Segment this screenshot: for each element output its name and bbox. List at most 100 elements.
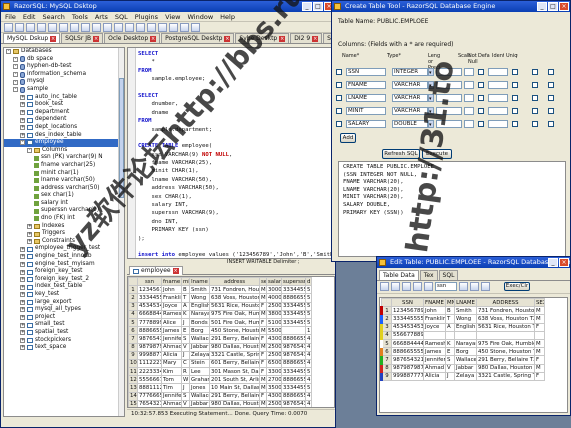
expand-icon[interactable]: + (20, 125, 25, 131)
column-option-checkbox[interactable] (548, 95, 554, 101)
expand-icon[interactable]: + (20, 322, 25, 328)
collapse-icon[interactable]: - (20, 140, 25, 146)
column-option-checkbox[interactable] (512, 121, 518, 127)
tree-item[interactable]: - information_schema (4, 71, 124, 79)
collapse-icon[interactable]: - (6, 49, 11, 55)
table-cell[interactable]: Borg (189, 326, 210, 336)
table-cell[interactable]: Jabbar (189, 399, 210, 407)
table-cell[interactable]: 975 Fire Oak, Humble TX (209, 309, 260, 319)
tree-item[interactable]: + mysql_all_types (4, 306, 124, 314)
tree-item[interactable]: address varchar(50) (4, 185, 124, 193)
create-table-title-bar[interactable]: Create Table Tool - RazorSQL Database En… (332, 1, 570, 12)
table-cell[interactable]: F (259, 317, 267, 328)
table-cell[interactable]: M (259, 309, 267, 319)
collapse-icon[interactable]: - (13, 79, 18, 85)
table-cell[interactable]: Wong (454, 314, 477, 324)
table-cell[interactable]: 765432111 (137, 399, 162, 407)
explain-icon[interactable] (147, 23, 156, 32)
column-type-select[interactable]: VARCHAR (392, 81, 428, 89)
table-cell[interactable]: T (181, 293, 190, 303)
expand-icon[interactable]: + (20, 277, 25, 283)
table-cell[interactable]: 888665555 (281, 334, 306, 344)
execute-icon[interactable] (103, 23, 112, 32)
column-type-select[interactable]: INTEGER (392, 68, 428, 76)
table-cell[interactable]: 333445555 (281, 317, 306, 328)
table-cell[interactable]: Jabbar (454, 363, 477, 373)
filter-input[interactable]: ssn (435, 282, 457, 291)
menu-item-search[interactable]: Search (42, 12, 64, 21)
table-cell[interactable]: B (181, 285, 190, 295)
menu-item-view[interactable]: View (165, 12, 180, 21)
table-row[interactable]: 14777666555JenniferSWallace291 Berry, Be… (128, 391, 312, 401)
sort-icon[interactable] (481, 282, 490, 291)
chevron-down-icon[interactable]: ▾ (428, 94, 434, 102)
new-file-icon[interactable] (4, 23, 13, 32)
column-option-checkbox[interactable] (512, 95, 518, 101)
column-scale-input[interactable] (464, 120, 474, 128)
clear-icon[interactable] (470, 282, 479, 291)
chevron-down-icon[interactable]: ▾ (428, 81, 434, 89)
table-cell[interactable]: J (181, 383, 190, 393)
table-cell[interactable]: R (181, 367, 190, 377)
table-cell[interactable]: F (534, 371, 545, 381)
column-header[interactable]: minit (181, 277, 190, 287)
tree-scrollbar[interactable] (118, 48, 124, 416)
table-cell[interactable]: 5 (305, 301, 312, 311)
table-row[interactable]: 15765432111AhmadVJabbar980 Dallas, Houst… (128, 399, 312, 407)
table-row[interactable]: 6888665555JamesEBorg450 Stone, Houston T… (128, 326, 312, 336)
collapse-icon[interactable]: + (27, 223, 32, 229)
table-cell[interactable]: 4 (305, 350, 312, 360)
table-cell[interactable]: Wallace (454, 355, 477, 365)
row-number[interactable]: 3 (128, 301, 138, 311)
table-row[interactable]: 9999887777AliciaJZelaya3321 Castle, Spri… (380, 371, 545, 381)
table-cell[interactable]: 5 (305, 285, 312, 295)
table-cell[interactable]: 4 (305, 358, 312, 369)
expand-icon[interactable]: + (20, 117, 25, 123)
table-cell[interactable]: 5 (305, 309, 312, 319)
table-cell[interactable]: 5 (305, 383, 312, 393)
row-number[interactable]: 6 (128, 326, 138, 336)
table-cell[interactable]: 638 Voss, Houston TX (476, 314, 535, 324)
column-scale-input[interactable] (464, 81, 474, 89)
table-cell[interactable]: 638 Voss, Houston TX (209, 293, 260, 303)
table-cell[interactable]: 201 South St, Arlington TX (209, 375, 260, 385)
sql-editor[interactable]: SELECT * FROM sample.employee; SELECT dnum… (127, 47, 335, 259)
table-cell[interactable]: 1 (305, 326, 312, 336)
table-cell[interactable]: M (534, 314, 545, 324)
table-cell[interactable]: M (534, 306, 545, 316)
column-scale-input[interactable] (464, 94, 474, 102)
column-header[interactable]: ADDRESS (476, 298, 535, 308)
export-icon[interactable] (158, 23, 167, 32)
cut-icon[interactable] (37, 23, 46, 32)
table-cell[interactable]: 4 (305, 334, 312, 344)
menu-item-help[interactable]: Help (220, 12, 235, 21)
table-cell[interactable]: 888665555 (281, 391, 306, 401)
table-cell[interactable]: F (259, 334, 267, 344)
edit-table-tab[interactable]: Tex (419, 270, 438, 280)
table-cell[interactable]: Ahmad (161, 342, 182, 352)
table-cell[interactable]: 4 (305, 391, 312, 401)
table-cell[interactable]: F (259, 350, 267, 360)
table-cell[interactable]: 5631 Rice, Houston TX (209, 301, 260, 311)
expand-icon[interactable]: + (20, 261, 25, 267)
chevron-down-icon[interactable]: ▾ (428, 68, 434, 76)
disconnect-icon[interactable] (136, 23, 145, 32)
column-type-select[interactable]: VARCHAR (392, 94, 428, 102)
table-cell[interactable]: M (259, 375, 267, 385)
tree-item[interactable]: sex char(1) (4, 192, 124, 200)
table-cell[interactable]: John (423, 306, 446, 316)
table-cell[interactable]: M (259, 383, 267, 393)
column-option-checkbox[interactable] (512, 108, 518, 114)
table-cell[interactable]: Graham (189, 375, 210, 385)
column-length-input[interactable] (436, 81, 462, 89)
table-row[interactable]: 3453453453JoyceAEnglish5631 Rice, Housto… (380, 322, 545, 332)
collapse-icon[interactable]: - (13, 72, 18, 78)
column-default-input[interactable] (488, 120, 508, 128)
table-cell[interactable]: 601 Berry, Bellaire TX (209, 358, 260, 369)
tree-item[interactable]: + book_test (4, 101, 124, 109)
tree-item[interactable]: + foreign_key_test_2 (4, 276, 124, 284)
row-number[interactable]: 8 (128, 342, 138, 352)
column-header[interactable]: d (305, 277, 312, 287)
column-header[interactable]: salary (266, 277, 282, 287)
table-row[interactable]: 3453453453JoyceAEnglish5631 Rice, Housto… (128, 301, 312, 311)
